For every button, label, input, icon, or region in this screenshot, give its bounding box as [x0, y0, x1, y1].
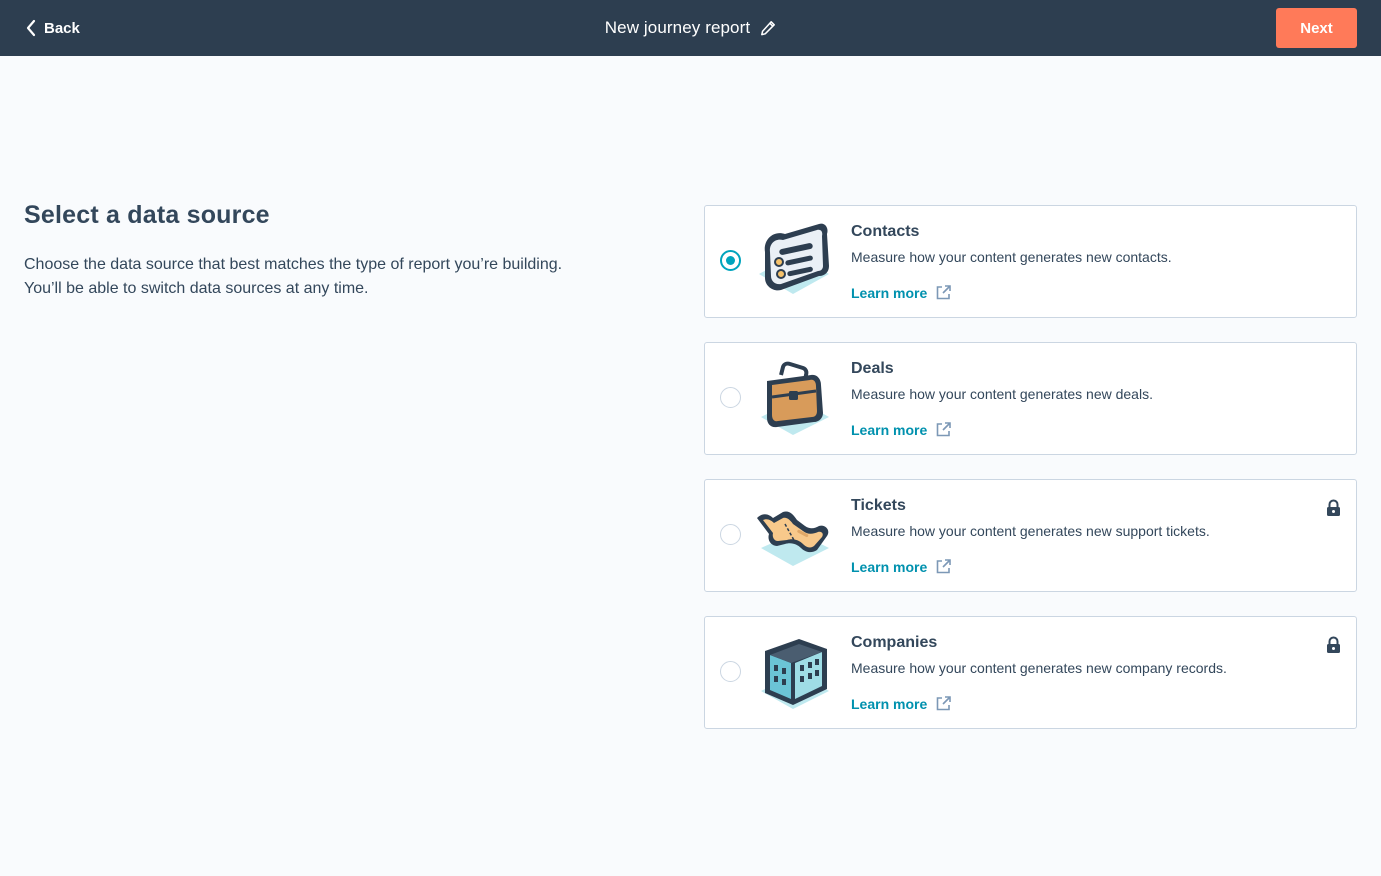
radio-companies[interactable] — [720, 661, 741, 682]
external-link-icon — [936, 559, 952, 574]
radio-tickets[interactable] — [720, 524, 741, 545]
back-button-label: Back — [44, 19, 80, 37]
card-title: Contacts — [851, 223, 920, 240]
external-link-icon — [936, 422, 952, 437]
learn-more-label: Learn more — [851, 284, 928, 301]
card-title: Tickets — [851, 497, 906, 514]
learn-more-label: Learn more — [851, 421, 928, 438]
description-line: You’ll be able to switch data sources at… — [24, 280, 369, 297]
back-button[interactable]: Back — [24, 15, 80, 41]
external-link-icon — [936, 285, 952, 300]
report-title[interactable]: New journey report — [605, 18, 750, 38]
card-description: Measure how your content generates new d… — [851, 386, 1153, 402]
card-description: Measure how your content generates new s… — [851, 523, 1210, 539]
page-heading: Select a data source — [24, 201, 270, 229]
top-navigation-bar: Back New journey report Next — [0, 0, 1381, 56]
data-source-card-companies[interactable]: Companies Measure how your content gener… — [704, 616, 1357, 729]
radio-contacts[interactable] — [720, 250, 741, 271]
learn-more-link[interactable]: Learn more — [851, 421, 952, 438]
page-description: Choose the data source that best matches… — [24, 253, 644, 301]
radio-deals[interactable] — [720, 387, 741, 408]
learn-more-label: Learn more — [851, 558, 928, 575]
learn-more-link[interactable]: Learn more — [851, 558, 952, 575]
card-description: Measure how your content generates new c… — [851, 249, 1172, 265]
card-title: Deals — [851, 360, 894, 377]
next-button[interactable]: Next — [1276, 8, 1357, 48]
external-link-icon — [936, 696, 952, 711]
briefcase-illustration-icon — [761, 361, 829, 435]
lock-icon — [1327, 636, 1340, 653]
pencil-icon[interactable] — [760, 20, 776, 36]
ticket-illustration-icon — [757, 511, 829, 566]
card-title: Companies — [851, 634, 938, 651]
learn-more-link[interactable]: Learn more — [851, 695, 952, 712]
learn-more-label: Learn more — [851, 695, 928, 712]
chevron-left-icon — [26, 19, 36, 37]
contacts-illustration-icon — [759, 223, 829, 294]
description-line: Choose the data source that best matches… — [24, 256, 563, 273]
data-source-card-tickets[interactable]: Tickets Measure how your content generat… — [704, 479, 1357, 592]
card-description: Measure how your content generates new c… — [851, 660, 1227, 676]
data-source-card-deals[interactable]: Deals Measure how your content generates… — [704, 342, 1357, 455]
building-illustration-icon — [761, 639, 829, 709]
lock-icon — [1327, 499, 1340, 516]
data-source-card-contacts[interactable]: Contacts Measure how your content genera… — [704, 205, 1357, 318]
learn-more-link[interactable]: Learn more — [851, 284, 952, 301]
